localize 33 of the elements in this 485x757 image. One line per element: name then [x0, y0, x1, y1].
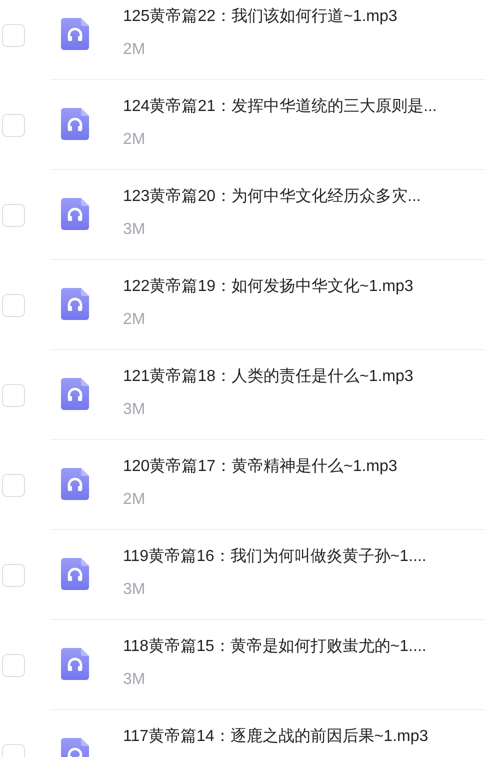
- file-name: 119黄帝篇16：我们为何叫做炎黄子孙~1....: [123, 546, 426, 567]
- file-name: 121黄帝篇18：人类的责任是什么~1.mp3: [123, 366, 414, 387]
- file-size: 3M: [123, 670, 146, 690]
- file-name: 123黄帝篇20：为何中华文化经历众多灾...: [123, 186, 421, 207]
- file-size: 3M: [123, 400, 146, 420]
- checkbox[interactable]: [2, 204, 25, 227]
- checkbox[interactable]: [2, 474, 25, 497]
- file-name: 125黄帝篇22：我们该如何行道~1.mp3: [123, 6, 398, 27]
- audio-file-icon: [61, 18, 89, 50]
- file-size: 2M: [123, 310, 146, 330]
- checkbox[interactable]: [2, 114, 25, 137]
- file-size: 2M: [123, 40, 146, 60]
- file-size: 3M: [123, 220, 146, 240]
- checkbox[interactable]: [2, 564, 25, 587]
- audio-file-icon: [61, 288, 89, 320]
- checkbox[interactable]: [2, 24, 25, 47]
- checkbox[interactable]: [2, 654, 25, 677]
- audio-file-icon: [61, 108, 89, 140]
- file-name: 118黄帝篇15：黄帝是如何打败蚩尤的~1....: [123, 636, 426, 657]
- file-size: 2M: [123, 490, 146, 510]
- audio-file-icon: [61, 558, 89, 590]
- file-name: 120黄帝篇17：黄帝精神是什么~1.mp3: [123, 456, 398, 477]
- file-name: 117黄帝篇14：逐鹿之战的前因后果~1.mp3: [123, 726, 428, 747]
- audio-file-icon: [61, 378, 89, 410]
- audio-file-icon: [61, 648, 89, 680]
- file-size: 2M: [123, 130, 146, 150]
- file-size: 3M: [123, 580, 146, 600]
- file-name: 124黄帝篇21：发挥中华道统的三大原则是...: [123, 96, 437, 117]
- audio-file-icon: [61, 198, 89, 230]
- file-name: 122黄帝篇19：如何发扬中华文化~1.mp3: [123, 276, 414, 297]
- checkbox[interactable]: [2, 294, 25, 317]
- audio-file-icon: [61, 468, 89, 500]
- checkbox[interactable]: [2, 384, 25, 407]
